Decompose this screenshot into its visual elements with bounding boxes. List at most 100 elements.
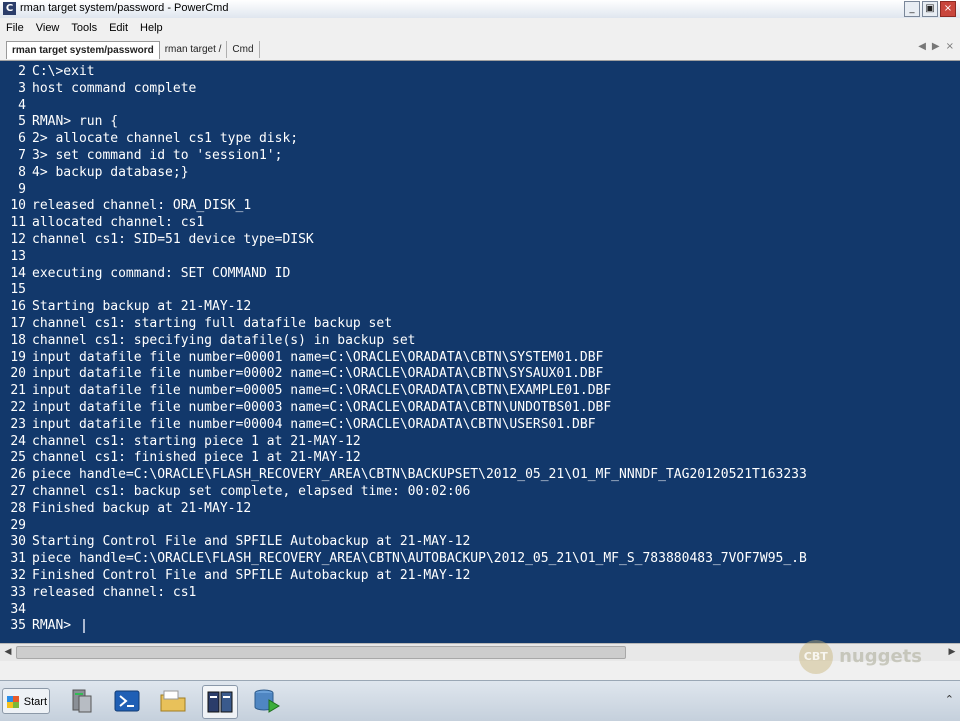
console-line: 11 allocated channel: cs1	[0, 214, 204, 231]
tab-prev-icon[interactable]: ◀	[918, 41, 926, 52]
restore-button[interactable]: ▣	[922, 1, 938, 17]
explorer-folder-icon[interactable]	[156, 685, 190, 717]
scroll-right-icon[interactable]: ▶	[946, 646, 958, 658]
cbt-nuggets-watermark: CBT nuggets	[798, 640, 922, 674]
console-line: 13	[0, 248, 32, 265]
line-number: 12	[10, 232, 26, 247]
console-line: 33 released channel: cs1	[0, 584, 196, 601]
line-text: channel cs1: finished piece 1 at 21-MAY-…	[32, 450, 361, 466]
watermark-text: nuggets	[839, 646, 922, 667]
line-number: 28	[10, 500, 26, 516]
line-text: input datafile file number=00004 name=C:…	[32, 416, 596, 432]
title-bar[interactable]: C rman target system/password - PowerCmd…	[0, 0, 960, 19]
console-line: 18 channel cs1: specifying datafile(s) in…	[0, 332, 416, 349]
line-text: executing command: SET COMMAND ID	[32, 265, 291, 281]
line-number: 14	[10, 265, 26, 281]
menu-help[interactable]: Help	[134, 22, 169, 34]
line-text: piece handle=C:\ORACLE\FLASH_RECOVERY_AR…	[32, 467, 807, 483]
line-number: 33	[10, 584, 26, 600]
line-text: host command complete	[32, 80, 197, 96]
watermark-badge: CBT	[798, 640, 833, 674]
console-line: 2 C:\>exit	[0, 63, 94, 80]
console-line: 22 input datafile file number=00003 name=…	[0, 399, 611, 416]
console-line: 6 2> allocate channel cs1 type disk;	[0, 130, 298, 147]
line-text: released channel: cs1	[32, 584, 197, 600]
line-text: channel cs1: SID=51 device type=DISK	[32, 232, 314, 247]
console-line: 28 Finished backup at 21-MAY-12	[0, 500, 251, 517]
line-text: allocated channel: cs1	[32, 215, 205, 231]
console-line: 5 RMAN> run {	[0, 113, 118, 130]
line-number: 8	[18, 164, 26, 180]
menu-edit[interactable]: Edit	[103, 22, 134, 34]
tray-expand-icon[interactable]: ⌃	[945, 693, 954, 706]
menu-bar: File View Tools Edit Help	[0, 18, 960, 38]
line-number: 10	[10, 198, 26, 214]
menu-view[interactable]: View	[30, 22, 66, 34]
close-button[interactable]: ×	[940, 1, 956, 17]
line-number: 27	[10, 484, 26, 499]
line-text: RMAN>	[32, 618, 79, 634]
console-line: 19 input datafile file number=00001 name=…	[0, 349, 603, 366]
line-text: channel cs1: starting piece 1 at 21-MAY-…	[32, 433, 361, 449]
console-line: 26 piece handle=C:\ORACLE\FLASH_RECOVERY_…	[0, 466, 807, 483]
window-controls: _ ▣ ×	[904, 1, 956, 17]
minimize-button[interactable]: _	[904, 1, 920, 17]
windows-logo-icon	[7, 696, 19, 708]
tab-rman-system[interactable]: rman target system/password	[6, 41, 160, 59]
console-line: 30 Starting Control File and SPFILE Autob…	[0, 533, 470, 550]
console-line: 25 channel cs1: finished piece 1 at 21-MA…	[0, 449, 361, 466]
console-line: 23 input datafile file number=00004 name=…	[0, 416, 596, 433]
line-number: 22	[10, 400, 26, 415]
taskbar: Start ⌃	[0, 680, 960, 721]
line-number: 23	[10, 416, 26, 432]
line-number: 5	[18, 114, 26, 130]
tab-cmd[interactable]: Cmd	[227, 41, 260, 58]
console-line: 4	[0, 97, 32, 114]
console-line: 14 executing command: SET COMMAND ID	[0, 265, 290, 282]
console-output[interactable]: 2 C:\>exit 3 host command complete 4 5 RMAN> r…	[0, 61, 960, 643]
tab-list: rman target system/password rman target …	[6, 41, 260, 59]
console-line: 20 input datafile file number=00002 name=…	[0, 365, 603, 382]
line-number: 7	[18, 148, 26, 163]
line-text: input datafile file number=00001 name=C:…	[32, 349, 604, 365]
line-number: 29	[10, 517, 26, 533]
console-line: 3 host command complete	[0, 80, 196, 97]
line-text: input datafile file number=00005 name=C:…	[32, 383, 612, 399]
app-icon[interactable]: C	[3, 2, 16, 15]
console-line: 24 channel cs1: starting piece 1 at 21-MA…	[0, 433, 361, 450]
line-number: 25	[10, 450, 26, 466]
server-manager-icon[interactable]	[64, 685, 98, 717]
text-cursor	[82, 618, 85, 633]
line-number: 11	[10, 215, 26, 231]
line-text: channel cs1: starting full datafile back…	[32, 316, 393, 331]
console-line: 9	[0, 181, 32, 198]
scroll-thumb[interactable]	[16, 646, 626, 659]
start-button[interactable]: Start	[2, 688, 50, 714]
line-number: 15	[10, 282, 26, 298]
line-number: 16	[10, 299, 26, 315]
console-line: 12 channel cs1: SID=51 device type=DISK	[0, 231, 314, 248]
menu-tools[interactable]: Tools	[65, 22, 103, 34]
powercmd-icon[interactable]	[202, 685, 238, 719]
line-text: released channel: ORA_DISK_1	[32, 198, 252, 214]
line-text: channel cs1: specifying datafile(s) in b…	[32, 332, 416, 348]
console-line: 34	[0, 601, 32, 618]
database-icon[interactable]	[250, 685, 284, 717]
line-number: 35	[10, 618, 26, 634]
line-text: Starting Control File and SPFILE Autobac…	[32, 534, 471, 550]
line-text: 2> allocate channel cs1 type disk;	[32, 131, 299, 147]
line-number: 31	[10, 551, 26, 567]
line-text: Starting backup at 21-MAY-12	[32, 299, 252, 315]
tab-next-icon[interactable]: ▶	[932, 41, 940, 52]
console-line: 35 RMAN>	[0, 617, 85, 634]
scroll-left-icon[interactable]: ◀	[2, 646, 14, 658]
window-title: rman target system/password - PowerCmd	[20, 2, 229, 14]
powershell-icon[interactable]	[110, 685, 144, 717]
menu-file[interactable]: File	[0, 22, 30, 34]
tab-rman-target[interactable]: rman target /	[160, 41, 228, 58]
line-text: Finished Control File and SPFILE Autobac…	[32, 568, 471, 583]
line-number: 32	[10, 568, 26, 583]
line-number: 19	[10, 349, 26, 365]
tab-close-icon[interactable]: ×	[946, 41, 954, 52]
line-text: piece handle=C:\ORACLE\FLASH_RECOVERY_AR…	[32, 551, 807, 567]
